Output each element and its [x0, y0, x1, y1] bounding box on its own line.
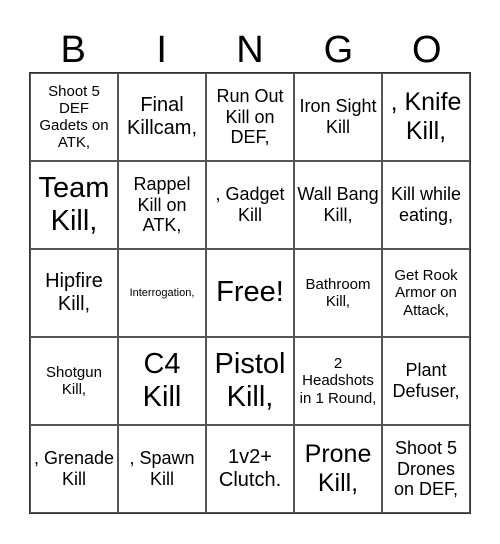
bingo-cell[interactable]: , Knife Kill,: [382, 73, 470, 161]
bingo-cell[interactable]: , Gadget Kill: [206, 161, 294, 249]
bingo-cell[interactable]: C4 Kill: [118, 337, 206, 425]
bingo-cell[interactable]: Shotgun Kill,: [30, 337, 118, 425]
bingo-cell[interactable]: 1v2+ Clutch.: [206, 425, 294, 513]
header-letter-g: G: [323, 29, 354, 71]
bingo-cell[interactable]: Plant Defuser,: [382, 337, 470, 425]
bingo-cell[interactable]: Prone Kill,: [294, 425, 382, 513]
bingo-header: B I N G O: [29, 28, 471, 72]
header-letter-n: N: [236, 29, 264, 71]
header-letter-i: I: [156, 29, 167, 71]
header-letter-b: B: [60, 29, 86, 71]
bingo-cell[interactable]: Iron Sight Kill: [294, 73, 382, 161]
bingo-cell[interactable]: Shoot 5 DEF Gadets on ATK,: [30, 73, 118, 161]
bingo-cell[interactable]: Rappel Kill on ATK,: [118, 161, 206, 249]
free-space-cell[interactable]: Free!: [206, 249, 294, 337]
bingo-cell[interactable]: Shoot 5 Drones on DEF,: [382, 425, 470, 513]
bingo-cell[interactable]: Bathroom Kill,: [294, 249, 382, 337]
bingo-cell[interactable]: , Grenade Kill: [30, 425, 118, 513]
bingo-cell[interactable]: , Spawn Kill: [118, 425, 206, 513]
bingo-grid: Shoot 5 DEF Gadets on ATK, Final Killcam…: [29, 72, 471, 514]
bingo-cell[interactable]: Hipfire Kill,: [30, 249, 118, 337]
bingo-cell[interactable]: Team Kill,: [30, 161, 118, 249]
header-letter-o: O: [412, 29, 442, 71]
bingo-cell[interactable]: Wall Bang Kill,: [294, 161, 382, 249]
bingo-cell[interactable]: Kill while eating,: [382, 161, 470, 249]
bingo-cell[interactable]: 2 Headshots in 1 Round,: [294, 337, 382, 425]
bingo-cell[interactable]: Final Killcam,: [118, 73, 206, 161]
bingo-cell[interactable]: Run Out Kill on DEF,: [206, 73, 294, 161]
bingo-cell[interactable]: Interrogation,: [118, 249, 206, 337]
bingo-cell[interactable]: Pistol Kill,: [206, 337, 294, 425]
bingo-cell[interactable]: Get Rook Armor on Attack,: [382, 249, 470, 337]
